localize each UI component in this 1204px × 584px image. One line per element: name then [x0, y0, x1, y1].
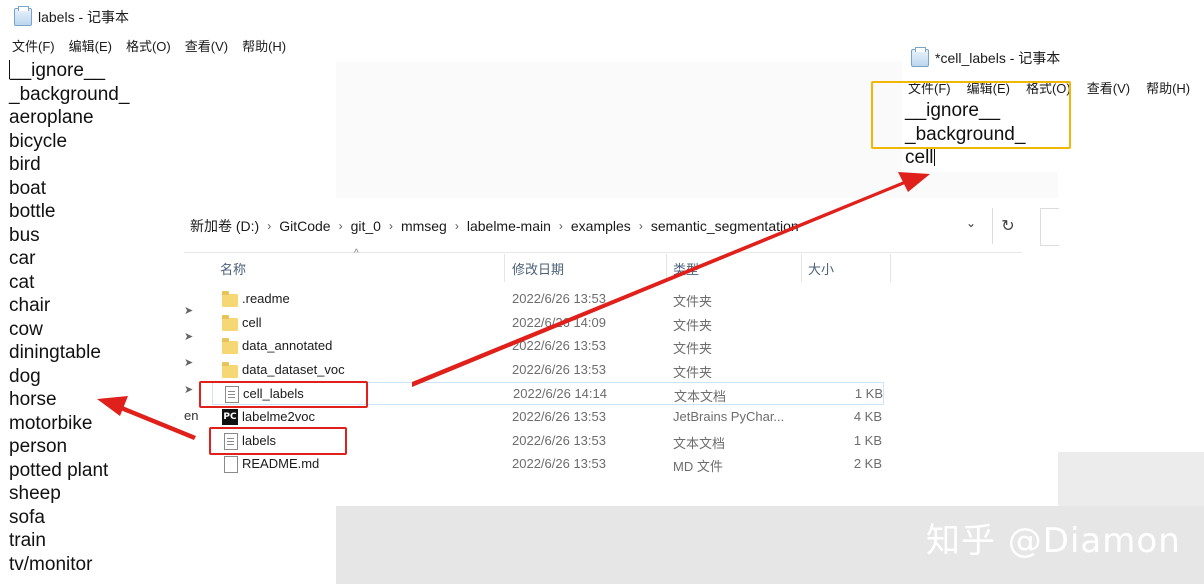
- file-size: 4 KB: [853, 409, 882, 424]
- text-line: aeroplane: [9, 107, 94, 128]
- column-divider[interactable]: [890, 254, 891, 282]
- file-name: data_annotated: [242, 338, 333, 354]
- md-file-icon: [224, 456, 238, 474]
- file-name: cell: [242, 314, 262, 330]
- column-header-name[interactable]: 名称: [214, 252, 504, 284]
- pin-icon[interactable]: ➤: [184, 330, 193, 343]
- menu-format[interactable]: 格式(O): [126, 36, 171, 55]
- chevron-down-icon[interactable]: ⌄: [966, 216, 976, 230]
- breadcrumb-item[interactable]: git_0: [345, 218, 387, 234]
- annotation-box-cell-labels: [199, 381, 368, 408]
- file-date: 2022/6/26 13:53: [512, 432, 606, 448]
- file-type: 文件夹: [673, 294, 713, 309]
- breadcrumb-item[interactable]: GitCode: [273, 218, 336, 234]
- menu-file[interactable]: 文件(F): [12, 36, 55, 55]
- file-size: 1 KB: [854, 386, 883, 402]
- menu-view[interactable]: 查看(V): [1087, 78, 1130, 97]
- notepad-menubar: 文件(F) 编辑(E) 格式(O) 查看(V) 帮助(H): [12, 36, 286, 55]
- file-row[interactable]: data_dataset_voc 2022/6/26 13:53 文件夹: [212, 359, 884, 382]
- text-caret: [933, 147, 935, 166]
- column-divider[interactable]: [504, 254, 505, 282]
- pycharm-file-icon: PC: [222, 409, 238, 425]
- annotation-box-labels: [209, 427, 347, 455]
- address-bar[interactable]: 新加卷 (D:) › GitCode › git_0 › mmseg › labelme-mai…: [184, 200, 1022, 253]
- text-line: boat: [9, 177, 46, 199]
- chevron-right-icon[interactable]: ›: [337, 219, 345, 233]
- menu-help[interactable]: 帮助(H): [242, 36, 286, 55]
- file-type: JetBrains PyChar...: [673, 409, 785, 424]
- pin-icon[interactable]: ➤: [184, 383, 193, 396]
- file-date: 2022/6/26 13:53: [512, 291, 606, 306]
- file-type: 文本文档: [673, 435, 726, 451]
- file-type: 文件夹: [673, 341, 713, 357]
- chevron-right-icon[interactable]: ›: [265, 219, 273, 233]
- file-explorer-window: 新加卷 (D:) › GitCode › git_0 › mmseg › labelme-mai…: [184, 200, 1059, 506]
- text-line: _background_: [9, 83, 130, 105]
- highlight-box-yellow: [871, 81, 1071, 149]
- text-line: bird: [9, 154, 41, 175]
- file-row[interactable]: README.md 2022/6/26 13:53 MD 文件 2 KB: [212, 453, 884, 476]
- desktop-background-right: [1058, 452, 1204, 506]
- window-title: *cell_labels - 记事本: [935, 50, 1061, 66]
- file-type: 文件夹: [673, 364, 713, 380]
- chevron-right-icon[interactable]: ›: [557, 219, 565, 233]
- file-type: 文本文档: [674, 389, 727, 405]
- breadcrumb-item[interactable]: semantic_segmentation: [645, 218, 805, 234]
- file-date: 2022/6/26 14:09: [512, 314, 606, 330]
- breadcrumb-item[interactable]: mmseg: [395, 218, 453, 234]
- watermark: 知乎 @Diamon: [926, 521, 1181, 561]
- file-date: 2022/6/26 13:53: [512, 338, 606, 354]
- text-line: train: [9, 530, 46, 551]
- menu-view[interactable]: 查看(V): [185, 36, 228, 55]
- file-name: README.md: [242, 456, 320, 472]
- text-line: cell: [905, 147, 935, 168]
- file-name: data_dataset_voc: [242, 361, 345, 377]
- notepad-titlebar[interactable]: *cell_labels - 记事本: [911, 47, 1061, 68]
- breadcrumb-item[interactable]: examples: [565, 218, 637, 234]
- notepad-icon: [911, 47, 929, 67]
- column-header-size[interactable]: 大小: [802, 252, 890, 284]
- file-date: 2022/6/26 13:53: [512, 361, 606, 377]
- text-line: tv/monitor: [9, 553, 93, 575]
- file-date: 2022/6/26 13:53: [512, 409, 606, 424]
- file-date: 2022/6/26 14:14: [513, 386, 607, 402]
- file-row[interactable]: .readme 2022/6/26 13:53 文件夹: [212, 288, 884, 311]
- file-type: 文件夹: [673, 317, 713, 333]
- notepad-icon: [14, 6, 32, 26]
- breadcrumb-item[interactable]: 新加卷 (D:): [184, 216, 265, 236]
- file-type: MD 文件: [673, 459, 723, 475]
- file-size: 1 KB: [853, 432, 882, 448]
- file-date: 2022/6/26 13:53: [512, 456, 606, 472]
- column-header-type[interactable]: 类型: [667, 252, 801, 284]
- text-line: sofa: [9, 506, 45, 528]
- refresh-icon[interactable]: ↻: [992, 208, 1023, 244]
- pin-icon[interactable]: ➤: [184, 304, 193, 317]
- file-name: .readme: [242, 291, 290, 306]
- sidebar-item-fragment[interactable]: en: [184, 408, 198, 423]
- chevron-right-icon[interactable]: ›: [453, 219, 461, 233]
- folder-icon: [222, 338, 238, 355]
- chevron-right-icon[interactable]: ›: [637, 219, 645, 233]
- column-header-date[interactable]: 修改日期: [506, 252, 666, 284]
- breadcrumb-item[interactable]: labelme-main: [461, 218, 557, 234]
- file-row[interactable]: PC labelme2voc 2022/6/26 13:53 JetBrains Py…: [212, 406, 884, 429]
- search-input[interactable]: [1040, 208, 1059, 246]
- file-row[interactable]: cell 2022/6/26 14:09 文件夹: [212, 312, 884, 335]
- chevron-right-icon[interactable]: ›: [387, 219, 395, 233]
- pin-icon[interactable]: ➤: [184, 356, 193, 369]
- text-line: __ignore__: [9, 60, 106, 81]
- menu-edit[interactable]: 编辑(E): [69, 36, 112, 55]
- window-title: labels - 记事本: [38, 9, 130, 25]
- text-line: bicycle: [9, 130, 68, 152]
- file-row[interactable]: data_annotated 2022/6/26 13:53 文件夹: [212, 335, 884, 358]
- file-size: 2 KB: [853, 456, 882, 472]
- folder-icon: [222, 314, 238, 331]
- file-name: labelme2voc: [242, 409, 315, 424]
- text-caret: [9, 60, 10, 79]
- folder-icon: [222, 291, 238, 307]
- folder-icon: [222, 361, 238, 378]
- notepad-titlebar[interactable]: labels - 记事本: [14, 6, 129, 28]
- menu-help[interactable]: 帮助(H): [1146, 78, 1190, 97]
